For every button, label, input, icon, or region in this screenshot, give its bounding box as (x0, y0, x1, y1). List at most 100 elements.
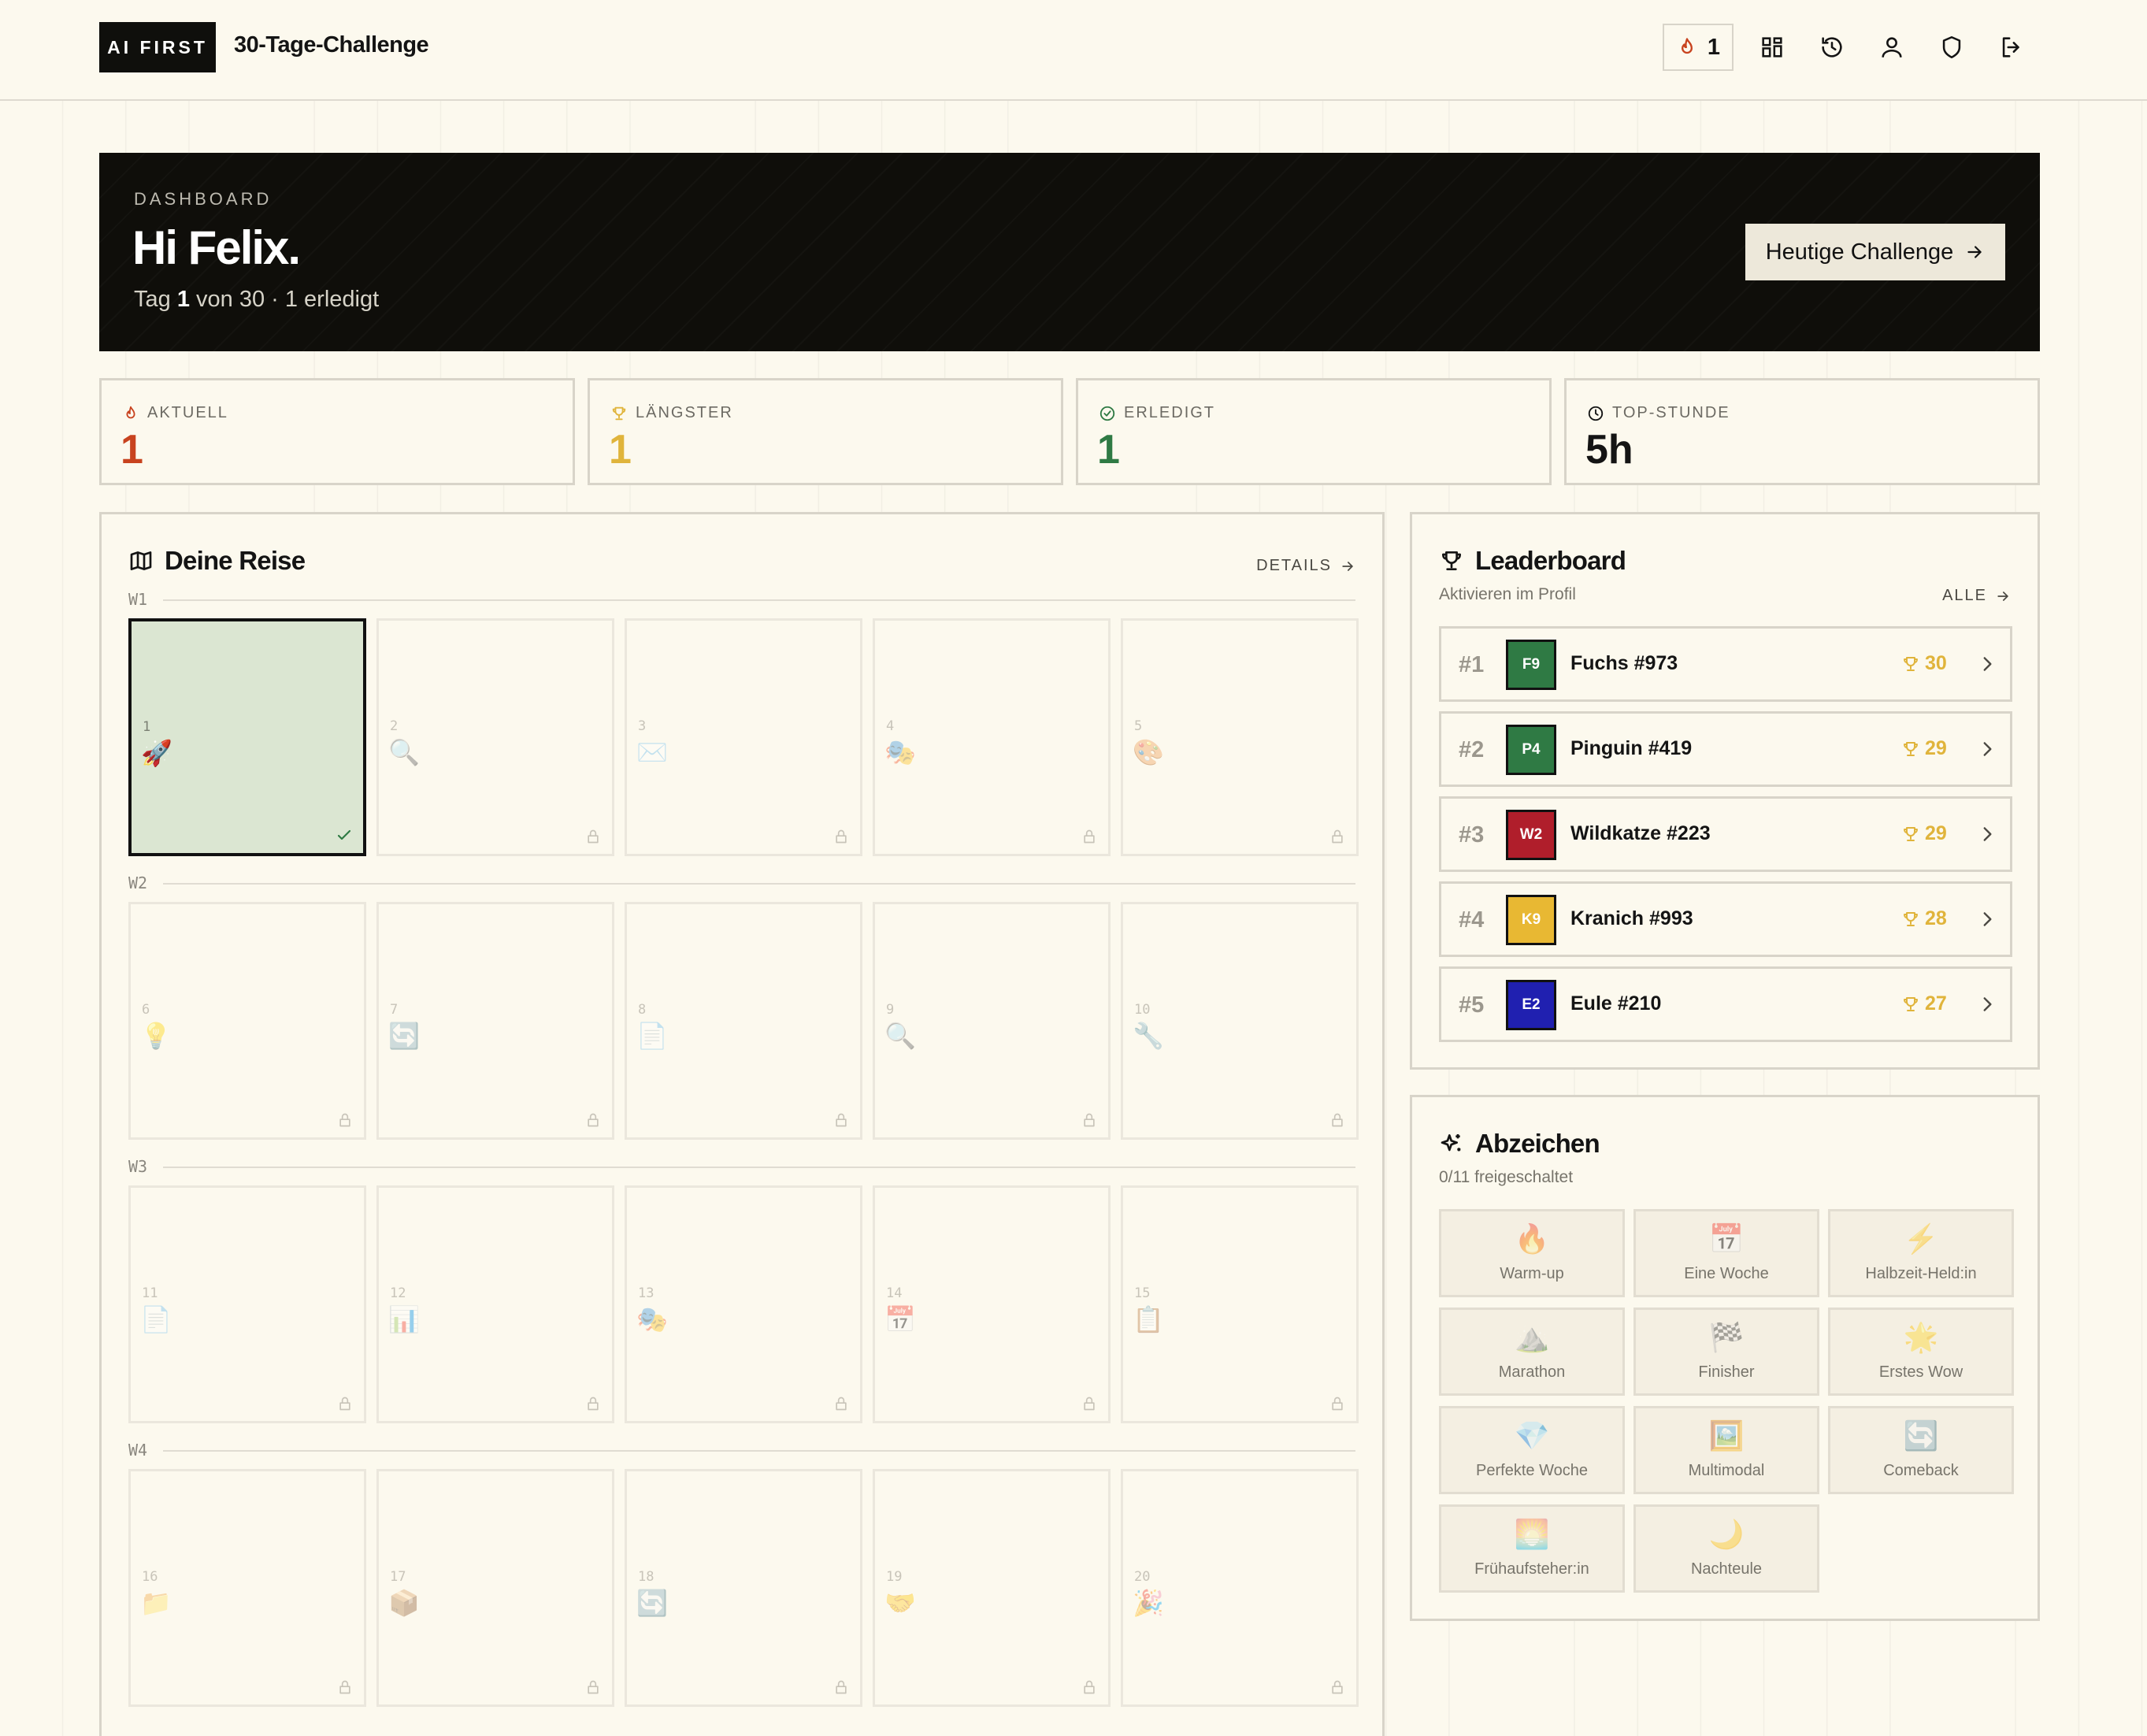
avatar: W2 (1506, 810, 1556, 860)
trophy-icon (612, 406, 626, 420)
week-label: W2 (128, 874, 148, 892)
day-card[interactable]: 6 💡 (128, 902, 366, 1140)
badge-item[interactable]: ⛰️ Marathon (1439, 1308, 1625, 1396)
details-link-label: DETAILS (1256, 557, 1332, 574)
day-card[interactable]: 16 📁 (128, 1469, 366, 1707)
leaderboard-row[interactable]: #4 K9 Kranich #993 28 (1439, 881, 2012, 957)
badge-label: Comeback (1883, 1462, 1959, 1479)
badge-item[interactable]: 💎 Perfekte Woche (1439, 1406, 1625, 1494)
leaderboard-score: 27 (1901, 992, 1947, 1015)
dashboard-grid-icon[interactable] (1756, 32, 1788, 63)
day-card[interactable]: 3 ✉️ (625, 618, 862, 856)
journey-panel: Deine Reise DETAILS W1 1 🚀 2 🔍 3 ✉️ 4 🎭 5 🎨 W2 6 💡 7 🔄 8… (99, 512, 1385, 1736)
badge-item[interactable]: 🖼️ Multimodal (1633, 1406, 1819, 1494)
badge-item[interactable]: 🌟 Erstes Wow (1828, 1308, 2014, 1396)
leaderboard-all-link[interactable]: ALLE (1942, 587, 2011, 605)
day-card[interactable]: 15 📋 (1121, 1185, 1359, 1423)
day-number: 12 (390, 1285, 406, 1301)
lock-icon (1329, 1396, 1345, 1411)
day-number: 7 (390, 1002, 399, 1018)
day-icon: ✉️ (636, 738, 668, 766)
leaderboard-row[interactable]: #5 E2 Eule #210 27 (1439, 966, 2012, 1042)
chevron-right-icon (1977, 994, 1997, 1015)
user-icon[interactable] (1876, 32, 1908, 63)
arrow-right-icon (1342, 561, 1353, 571)
badge-item[interactable]: 🌅 Frühaufsteher:in (1439, 1504, 1625, 1593)
badge-label: Nachteule (1690, 1560, 1763, 1578)
leaderboard-score: 28 (1901, 907, 1947, 930)
badges-subtitle: 0/11 freigeschaltet (1439, 1168, 1574, 1186)
details-link[interactable]: DETAILS (1256, 557, 1355, 575)
badge-item[interactable]: ⚡ Halbzeit-Held:in (1828, 1209, 2014, 1297)
day-icon: 🤝 (884, 1589, 916, 1617)
lock-icon (1081, 1396, 1097, 1411)
trophy-icon (1901, 910, 1920, 929)
day-icon: 🎭 (884, 738, 916, 766)
lock-icon (1081, 1679, 1097, 1695)
day-number: 20 (1134, 1569, 1151, 1585)
day-card[interactable]: 10 🔧 (1121, 902, 1359, 1140)
leaderboard-rank: #5 (1459, 992, 1485, 1018)
day-card[interactable]: 19 🤝 (873, 1469, 1111, 1707)
avatar: E2 (1506, 980, 1556, 1030)
leaderboard-row[interactable]: #1 F9 Fuchs #973 30 (1439, 626, 2012, 702)
day-card[interactable]: 2 🔍 (376, 618, 614, 856)
lock-icon (337, 1679, 353, 1695)
stat-value: 1 (609, 427, 632, 473)
leaderboard-row[interactable]: #2 P4 Pinguin #419 29 (1439, 711, 2012, 787)
hero-sub-suffix: von 30 · 1 erledigt (189, 287, 380, 312)
badge-item[interactable]: 🏁 Finisher (1633, 1308, 1819, 1396)
leaderboard-name: Pinguin #419 (1570, 737, 1693, 759)
stat-value: 5h (1585, 427, 1633, 473)
lock-icon (1329, 1112, 1345, 1128)
all-link-label: ALLE (1942, 587, 1987, 604)
stat-label: ERLEDIGT (1124, 404, 1216, 421)
chevron-right-icon (1977, 824, 1997, 844)
day-card[interactable]: 18 🔄 (625, 1469, 862, 1707)
day-card[interactable]: 7 🔄 (376, 902, 614, 1140)
day-card[interactable]: 13 🎭 (625, 1185, 862, 1423)
day-card[interactable]: 17 📦 (376, 1469, 614, 1707)
day-icon: 📦 (388, 1589, 420, 1617)
history-icon[interactable] (1816, 32, 1848, 63)
leaderboard-row[interactable]: #3 W2 Wildkatze #223 29 (1439, 796, 2012, 872)
leaderboard-name: Eule #210 (1570, 992, 1662, 1015)
day-card[interactable]: 11 📄 (128, 1185, 366, 1423)
day-card[interactable]: 14 📅 (873, 1185, 1111, 1423)
day-card[interactable]: 12 📊 (376, 1185, 614, 1423)
leaderboard-subtitle: Aktivieren im Profil (1439, 585, 1576, 603)
hero-sub-day: 1 (176, 287, 190, 312)
week-divider (163, 883, 1355, 885)
day-card[interactable]: 5 🎨 (1121, 618, 1359, 856)
logout-icon[interactable] (1996, 32, 2027, 63)
day-card[interactable]: 1 🚀 (128, 618, 366, 856)
lock-icon (833, 1396, 849, 1411)
chevron-right-icon (1977, 909, 1997, 929)
week-label: W4 (128, 1441, 148, 1460)
logo[interactable]: AI FIRST (99, 22, 216, 72)
day-number: 11 (142, 1285, 158, 1301)
badge-item[interactable]: 🌙 Nachteule (1633, 1504, 1819, 1593)
day-card[interactable]: 20 🎉 (1121, 1469, 1359, 1707)
stat-top-hour: TOP-STUNDE 5h (1564, 378, 2040, 485)
streak-chip[interactable]: 1 (1663, 24, 1734, 71)
leaderboard-rank: #4 (1459, 907, 1485, 933)
badge-item[interactable]: 🔥 Warm-up (1439, 1209, 1625, 1297)
day-number: 2 (390, 718, 399, 734)
day-card[interactable]: 9 🔍 (873, 902, 1111, 1140)
today-challenge-button[interactable]: Heutige Challenge (1745, 224, 2005, 280)
lock-icon (1081, 829, 1097, 844)
today-challenge-label: Heutige Challenge (1765, 239, 1954, 265)
shield-icon[interactable] (1936, 32, 1967, 63)
day-card[interactable]: 4 🎭 (873, 618, 1111, 856)
badge-icon: ⚡ (1903, 1222, 1939, 1255)
day-icon: 🎉 (1133, 1589, 1164, 1617)
badge-icon: 🌅 (1514, 1518, 1550, 1550)
lock-icon (833, 1679, 849, 1695)
day-card[interactable]: 8 📄 (625, 902, 862, 1140)
trophy-icon (1901, 995, 1920, 1014)
badge-item[interactable]: 📅 Eine Woche (1633, 1209, 1819, 1297)
day-number: 17 (390, 1569, 406, 1585)
badges-title: Abzeichen (1439, 1129, 1600, 1159)
badge-item[interactable]: 🔄 Comeback (1828, 1406, 2014, 1494)
